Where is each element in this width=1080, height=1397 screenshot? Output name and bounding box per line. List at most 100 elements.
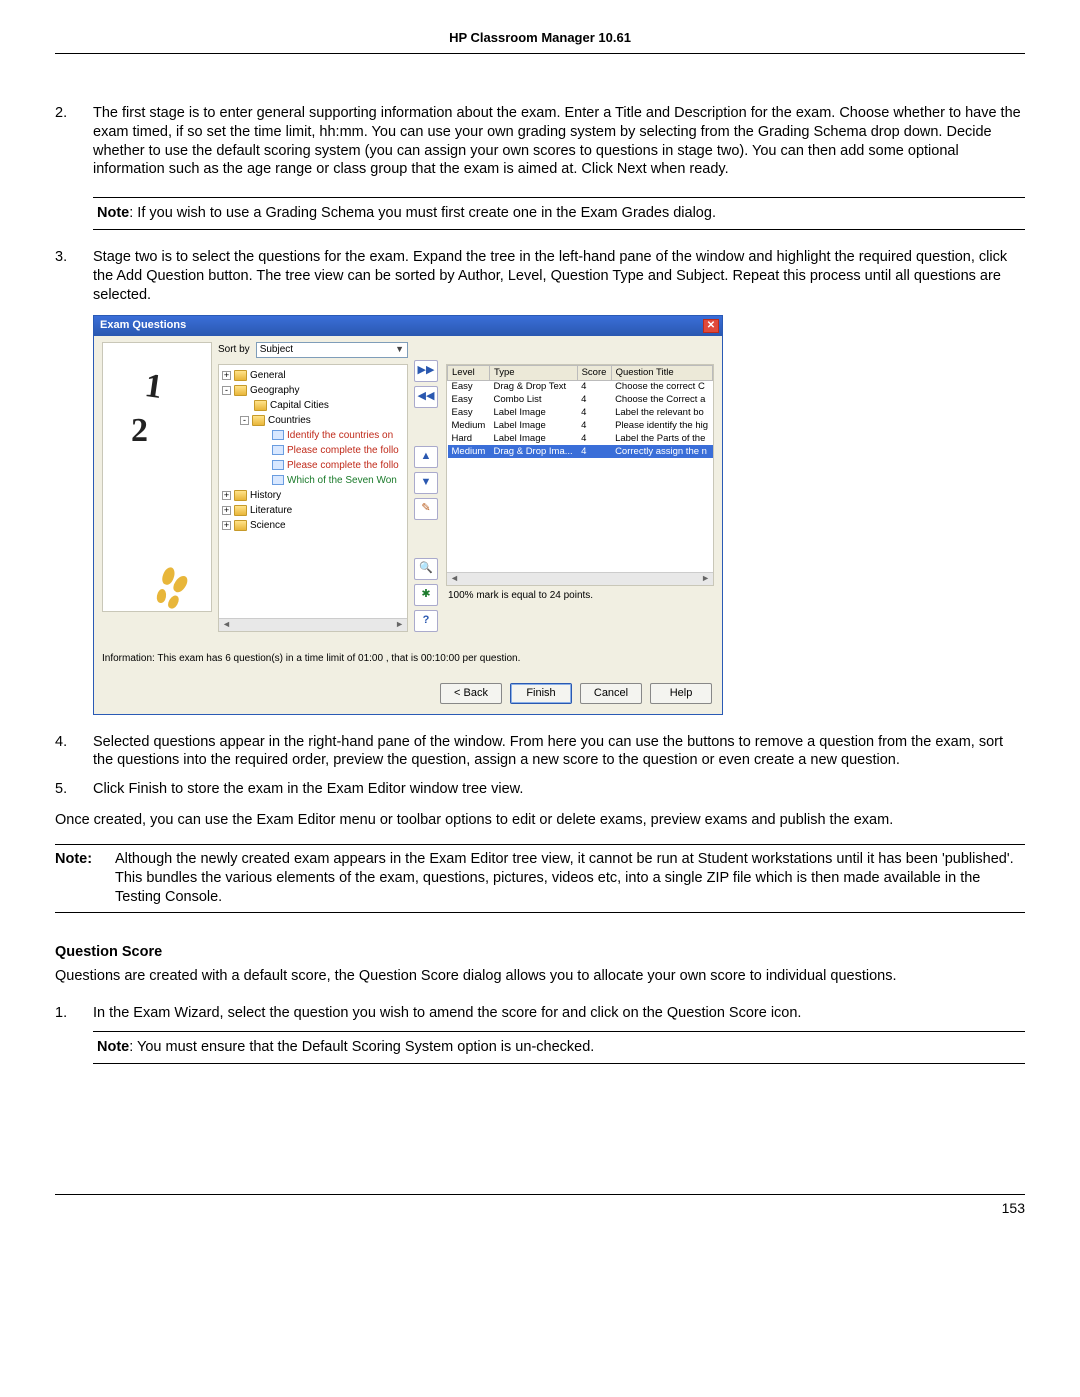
folder-icon [234,520,247,531]
col-level[interactable]: Level [448,365,490,380]
tree-label[interactable]: History [250,489,281,502]
finish-button[interactable]: Finish [510,683,572,704]
step-body: The first stage is to enter general supp… [93,104,1025,179]
note-1-label: Note [97,205,129,221]
question-score-heading: Question Score [55,943,1025,962]
help-button[interactable]: Help [650,683,712,704]
selected-questions-table[interactable]: Level Type Score Question Title EasyDrag… [446,364,714,586]
tree-hscrollbar[interactable]: ◄► [219,618,407,631]
collapse-icon[interactable]: - [222,386,231,395]
back-button[interactable]: < Back [440,683,502,704]
step-body: In the Exam Wizard, select the question … [93,1004,1025,1064]
page-number: 153 [1002,1200,1025,1216]
cell-score: 4 [577,406,611,419]
table-row[interactable]: EasyLabel Image4Label the relevant bo [448,406,713,419]
expand-icon[interactable]: + [222,371,231,380]
help-icon-button[interactable]: ? [414,610,438,632]
cell-title: Label the relevant bo [611,406,712,419]
qs-step-list: 1. In the Exam Wizard, select the questi… [55,1004,1025,1064]
step-num: 1. [55,1004,93,1064]
tree-label[interactable]: Please complete the follo [287,444,399,457]
dialog-button-row: < Back Finish Cancel Help [94,669,722,714]
col-score[interactable]: Score [577,365,611,380]
doc-header: HP Classroom Manager 10.61 [55,30,1025,54]
tree-question: Identify the countries on [258,428,399,443]
col-type[interactable]: Type [489,365,577,380]
tree-label[interactable]: Identify the countries on [287,429,393,442]
dialog-titlebar[interactable]: Exam Questions ✕ [94,316,722,336]
qs-note-label: Note [97,1039,129,1055]
table-row[interactable]: EasyDrag & Drop Text4Choose the correct … [448,380,713,393]
col-title[interactable]: Question Title [611,365,712,380]
step-num: 3. [55,248,93,305]
sortby-select[interactable]: Subject ▼ [256,342,408,358]
tree-label[interactable]: Which of the Seven Won [287,474,397,487]
tree-label[interactable]: General [250,369,286,382]
note-1: Note: If you wish to use a Grading Schem… [93,197,1025,230]
tree-label[interactable]: Geography [250,384,299,397]
edit-question-button[interactable]: ✎ [414,498,438,520]
cell-level: Hard [448,432,490,445]
collapse-icon[interactable]: - [240,416,249,425]
cell-title: Choose the Correct a [611,393,712,406]
question-icon [272,475,284,485]
tree-question: Please complete the follo [258,458,399,473]
folder-icon [234,370,247,381]
cell-title: Choose the correct C [611,380,712,393]
cell-level: Easy [448,380,490,393]
cell-score: 4 [577,432,611,445]
qs-note-text: : You must ensure that the Default Scori… [129,1039,594,1055]
tree-node-geography: - Geography [222,383,404,398]
table-hscrollbar[interactable]: ◄► [447,572,713,585]
close-icon[interactable]: ✕ [703,319,719,333]
table-row[interactable]: HardLabel Image4Label the Parts of the [448,432,713,445]
question-score-button[interactable]: ✱ [414,584,438,606]
tree-label[interactable]: Science [250,519,286,532]
wizard-illustration: 1 2 [102,342,212,612]
cell-level: Medium [448,419,490,432]
tree-question: Please complete the follo [258,443,399,458]
table-header-row[interactable]: Level Type Score Question Title [448,365,713,380]
tree-label[interactable]: Literature [250,504,292,517]
add-question-button[interactable]: ▶▶ [414,360,438,382]
folder-icon [252,415,265,426]
tree-label[interactable]: Countries [268,414,311,427]
folder-icon [234,505,247,516]
sortby-value: Subject [260,343,293,356]
step-num: 4. [55,733,93,771]
move-down-button[interactable]: ▼ [414,472,438,494]
tree-pane[interactable]: + General - Geography [218,364,408,632]
tree-label[interactable]: Capital Cities [270,399,329,412]
tree-node-history: + History [222,488,404,503]
cell-type: Label Image [489,406,577,419]
question-icon [272,445,284,455]
dialog-title: Exam Questions [100,318,186,332]
tree-question: Which of the Seven Won [258,473,399,488]
expand-icon[interactable]: + [222,506,231,515]
cell-title: Label the Parts of the [611,432,712,445]
note-2: Note: Although the newly created exam ap… [55,844,1025,913]
remove-question-button[interactable]: ◀◀ [414,386,438,408]
table-row[interactable]: EasyCombo List4Choose the Correct a [448,393,713,406]
question-icon [272,460,284,470]
tree-node-literature: + Literature [222,503,404,518]
expand-icon[interactable]: + [222,521,231,530]
step-list-a: 2. The first stage is to enter general s… [55,104,1025,179]
question-score-para: Questions are created with a default sco… [55,967,1025,986]
preview-question-button[interactable]: 🔍 [414,558,438,580]
table-row[interactable]: MediumDrag & Drop Ima...4Correctly assig… [448,445,713,458]
cell-title: Correctly assign the n [611,445,712,458]
action-button-column: ▶▶ ◀◀ ▲ ▼ ✎ 🔍 ✱ ? [414,342,440,632]
cell-type: Label Image [489,419,577,432]
points-status: 100% mark is equal to 24 points. [446,586,714,602]
cancel-button[interactable]: Cancel [580,683,642,704]
cell-title: Please identify the hig [611,419,712,432]
tree-label[interactable]: Please complete the follo [287,459,399,472]
tree-node-general: + General [222,368,404,383]
cell-score: 4 [577,419,611,432]
expand-icon[interactable]: + [222,491,231,500]
move-up-button[interactable]: ▲ [414,446,438,468]
cell-level: Medium [448,445,490,458]
tree-node-countries: - Countries [240,413,399,428]
table-row[interactable]: MediumLabel Image4Please identify the hi… [448,419,713,432]
